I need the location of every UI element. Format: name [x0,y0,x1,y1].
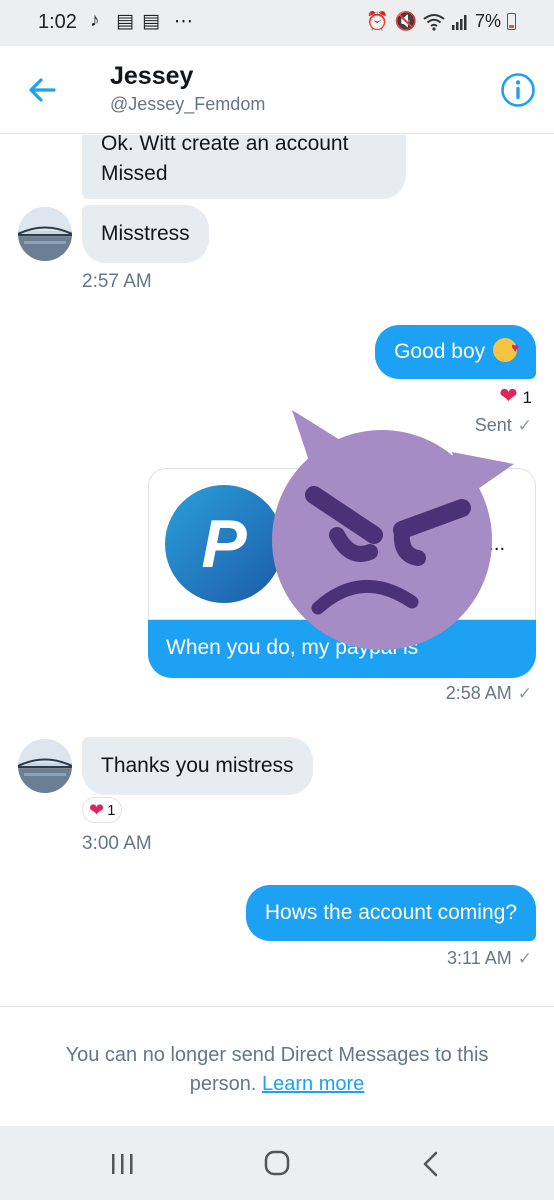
incoming-message[interactable]: Misstress [82,205,209,263]
status-icons: ⏰ 🔇 7% [366,11,516,32]
contact-handle[interactable]: @Jessey_Femdom [110,94,265,115]
back-nav-icon[interactable] [412,1146,452,1182]
status-bar: 1:02 ♪ ▤ ▤ ⋯ ⏰ 🔇 7% [0,0,554,46]
check-icon: ✓ [517,949,532,968]
wifi-icon [423,13,445,31]
tiktok-notification-icon: ♪ [90,10,100,31]
message-text: Hows the account coming? [264,901,517,924]
angry-devil-emoji [272,410,514,650]
avatar[interactable] [18,207,72,261]
kiss-emoji: ♥ [493,338,519,362]
reaction-badge[interactable]: ❤ 1 [82,797,123,823]
bridge-photo [18,739,72,793]
news-notification-icon-2: ▤ [142,11,160,32]
conversation-header: Jessey @Jessey_Femdom [0,46,554,134]
home-icon[interactable] [257,1146,297,1182]
info-icon[interactable] [500,72,536,108]
mute-icon: 🔇 [394,11,417,31]
dm-disabled-notice: You can no longer send Direct Messages t… [0,1006,554,1126]
message-text: Missed [101,162,168,185]
message-timestamp: 3:00 AM [82,833,152,854]
incoming-message[interactable]: Ok. Witt create an account Missed [82,135,406,199]
alarm-icon: ⏰ [366,11,389,31]
message-text: Thanks you mistress [101,754,294,777]
message-timestamp: 3:11 AM ✓ [447,948,532,968]
reaction-count: 1 [522,388,532,407]
signal-icon [451,14,467,30]
news-notification-icon: ▤ [116,11,134,32]
incoming-message[interactable]: Thanks you mistress [82,737,313,795]
check-icon: ✓ [517,684,532,703]
status-time: 1:02 [38,11,77,33]
message-thread[interactable]: Ok. Witt create an account Missed Misstr… [0,135,554,1005]
avatar[interactable] [18,739,72,793]
message-timestamp: 2:58 AM ✓ [445,683,532,703]
message-timestamp: 2:57 AM [82,271,152,292]
message-text: Ok. Witt create an account [101,135,349,155]
heart-reaction-icon: ❤ [89,799,105,820]
system-navigation-bar [0,1126,554,1200]
battery-percent: 7% [474,11,501,31]
reaction-count: 1 [107,801,116,819]
battery-icon [507,13,516,30]
learn-more-link[interactable]: Learn more [262,1073,364,1095]
outgoing-message[interactable]: Good boy ♥ [375,325,536,379]
contact-name[interactable]: Jessey [110,62,193,91]
bridge-photo [18,207,72,261]
outgoing-message[interactable]: Hows the account coming? [245,885,536,941]
message-text: Good boy [394,340,486,363]
recent-apps-icon[interactable] [102,1146,142,1182]
more-notifications-icon: ⋯ [174,11,193,32]
message-text: Misstress [101,222,190,245]
arrow-left-icon[interactable] [24,72,60,108]
